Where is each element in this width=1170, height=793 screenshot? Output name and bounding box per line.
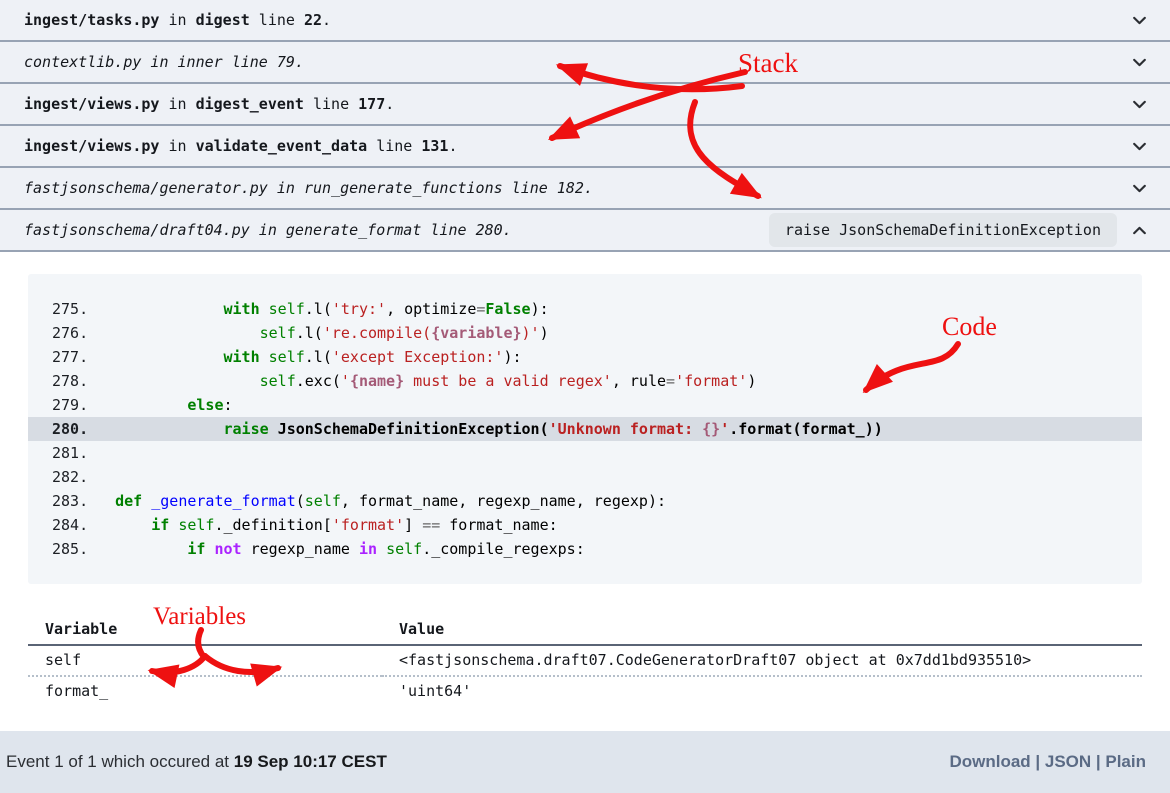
line-number: 285. bbox=[28, 537, 79, 561]
variable-value: 'uint64' bbox=[382, 676, 1142, 706]
json-link[interactable]: JSON bbox=[1045, 752, 1091, 771]
line-number: 276. bbox=[28, 321, 79, 345]
frame-function: digest bbox=[196, 11, 250, 29]
frame-description: fastjsonschema/generator.py in run_gener… bbox=[24, 179, 1117, 197]
table-row: format_ 'uint64' bbox=[28, 676, 1142, 706]
code-lines: 275. with self.l('try:', optimize=False)… bbox=[28, 297, 1142, 561]
chevron-down-icon[interactable] bbox=[1131, 138, 1148, 155]
event-summary: Event 1 of 1 which occured at 19 Sep 10:… bbox=[0, 752, 387, 772]
code-line: 285. if not regexp_name in self._compile… bbox=[28, 537, 1142, 561]
frame-lineno: 79 bbox=[277, 53, 295, 71]
frame-lineno: 280 bbox=[476, 221, 503, 239]
frame-function: digest_event bbox=[196, 95, 304, 113]
frame-function: generate_format bbox=[286, 221, 421, 239]
stack-frame[interactable]: contextlib.py in inner line 79. bbox=[0, 42, 1170, 84]
line-number: 275. bbox=[28, 297, 79, 321]
code-line: 281. bbox=[28, 441, 1142, 465]
frame-description: contextlib.py in inner line 79. bbox=[24, 53, 1117, 71]
frame-description: ingest/tasks.py in digest line 22. bbox=[24, 11, 1117, 29]
code-line: 277. with self.l('except Exception:'): bbox=[28, 345, 1142, 369]
frame-file: fastjsonschema/draft04.py bbox=[24, 221, 250, 239]
frame-function: inner bbox=[178, 53, 223, 71]
column-header-value: Value bbox=[382, 620, 1142, 645]
stack-trace-list: ingest/tasks.py in digest line 22. conte… bbox=[0, 0, 1170, 252]
stack-frame[interactable]: ingest/views.py in validate_event_data l… bbox=[0, 126, 1170, 168]
frame-function: validate_event_data bbox=[196, 137, 368, 155]
code-line: 275. with self.l('try:', optimize=False)… bbox=[28, 297, 1142, 321]
frame-file: ingest/views.py bbox=[24, 137, 159, 155]
footer-bar: Event 1 of 1 which occured at 19 Sep 10:… bbox=[0, 731, 1170, 793]
line-number: 282. bbox=[28, 465, 79, 489]
frame-function: run_generate_functions bbox=[304, 179, 503, 197]
frame-lineno: 177 bbox=[358, 95, 385, 113]
exception-badge: raise JsonSchemaDefinitionException bbox=[769, 213, 1117, 247]
column-header-variable: Variable bbox=[28, 620, 382, 645]
frame-lineno: 131 bbox=[421, 137, 448, 155]
frame-file: contextlib.py bbox=[24, 53, 141, 71]
plain-link[interactable]: Plain bbox=[1105, 752, 1146, 771]
chevron-down-icon[interactable] bbox=[1131, 54, 1148, 71]
chevron-down-icon[interactable] bbox=[1131, 96, 1148, 113]
frame-lineno: 182 bbox=[557, 179, 584, 197]
line-number: 283. bbox=[28, 489, 79, 513]
variable-value: <fastjsonschema.draft07.CodeGeneratorDra… bbox=[382, 645, 1142, 676]
variables-table: Variable Value self <fastjsonschema.draf… bbox=[28, 620, 1142, 706]
code-line: 276. self.l('re.compile({variable})') bbox=[28, 321, 1142, 345]
frame-description: fastjsonschema/draft04.py in generate_fo… bbox=[24, 221, 769, 239]
variable-name: format_ bbox=[28, 676, 382, 706]
line-number: 277. bbox=[28, 345, 79, 369]
code-line: 282. bbox=[28, 465, 1142, 489]
download-link[interactable]: Download bbox=[949, 752, 1030, 771]
chevron-up-icon[interactable] bbox=[1131, 222, 1148, 239]
line-number: 279. bbox=[28, 393, 79, 417]
table-row: self <fastjsonschema.draft07.CodeGenerat… bbox=[28, 645, 1142, 676]
code-line-highlighted: 280. raise JsonSchemaDefinitionException… bbox=[28, 417, 1142, 441]
stack-frame[interactable]: fastjsonschema/generator.py in run_gener… bbox=[0, 168, 1170, 210]
variable-name: self bbox=[28, 645, 382, 676]
line-number: 281. bbox=[28, 441, 79, 465]
frame-description: ingest/views.py in validate_event_data l… bbox=[24, 137, 1117, 155]
line-number: 280. bbox=[28, 417, 79, 441]
code-line: 284. if self._definition['format'] == fo… bbox=[28, 513, 1142, 537]
frame-file: ingest/views.py bbox=[24, 95, 159, 113]
line-number: 284. bbox=[28, 513, 79, 537]
stack-frame[interactable]: ingest/views.py in digest_event line 177… bbox=[0, 84, 1170, 126]
event-timestamp: 19 Sep 10:17 CEST bbox=[234, 752, 387, 771]
code-line: 279. else: bbox=[28, 393, 1142, 417]
chevron-down-icon[interactable] bbox=[1131, 180, 1148, 197]
footer-links: Download | JSON | Plain bbox=[949, 752, 1170, 772]
frame-lineno: 22 bbox=[304, 11, 322, 29]
frame-file: ingest/tasks.py bbox=[24, 11, 159, 29]
stack-frame-expanded[interactable]: fastjsonschema/draft04.py in generate_fo… bbox=[0, 210, 1170, 252]
code-line: 278. self.exc('{name} must be a valid re… bbox=[28, 369, 1142, 393]
frame-file: fastjsonschema/generator.py bbox=[24, 179, 268, 197]
stack-frame[interactable]: ingest/tasks.py in digest line 22. bbox=[0, 0, 1170, 42]
frame-description: ingest/views.py in digest_event line 177… bbox=[24, 95, 1117, 113]
line-number: 278. bbox=[28, 369, 79, 393]
code-snippet-card: 275. with self.l('try:', optimize=False)… bbox=[28, 274, 1142, 584]
code-line: 283. def _generate_format(self, format_n… bbox=[28, 489, 1142, 513]
chevron-down-icon[interactable] bbox=[1131, 12, 1148, 29]
